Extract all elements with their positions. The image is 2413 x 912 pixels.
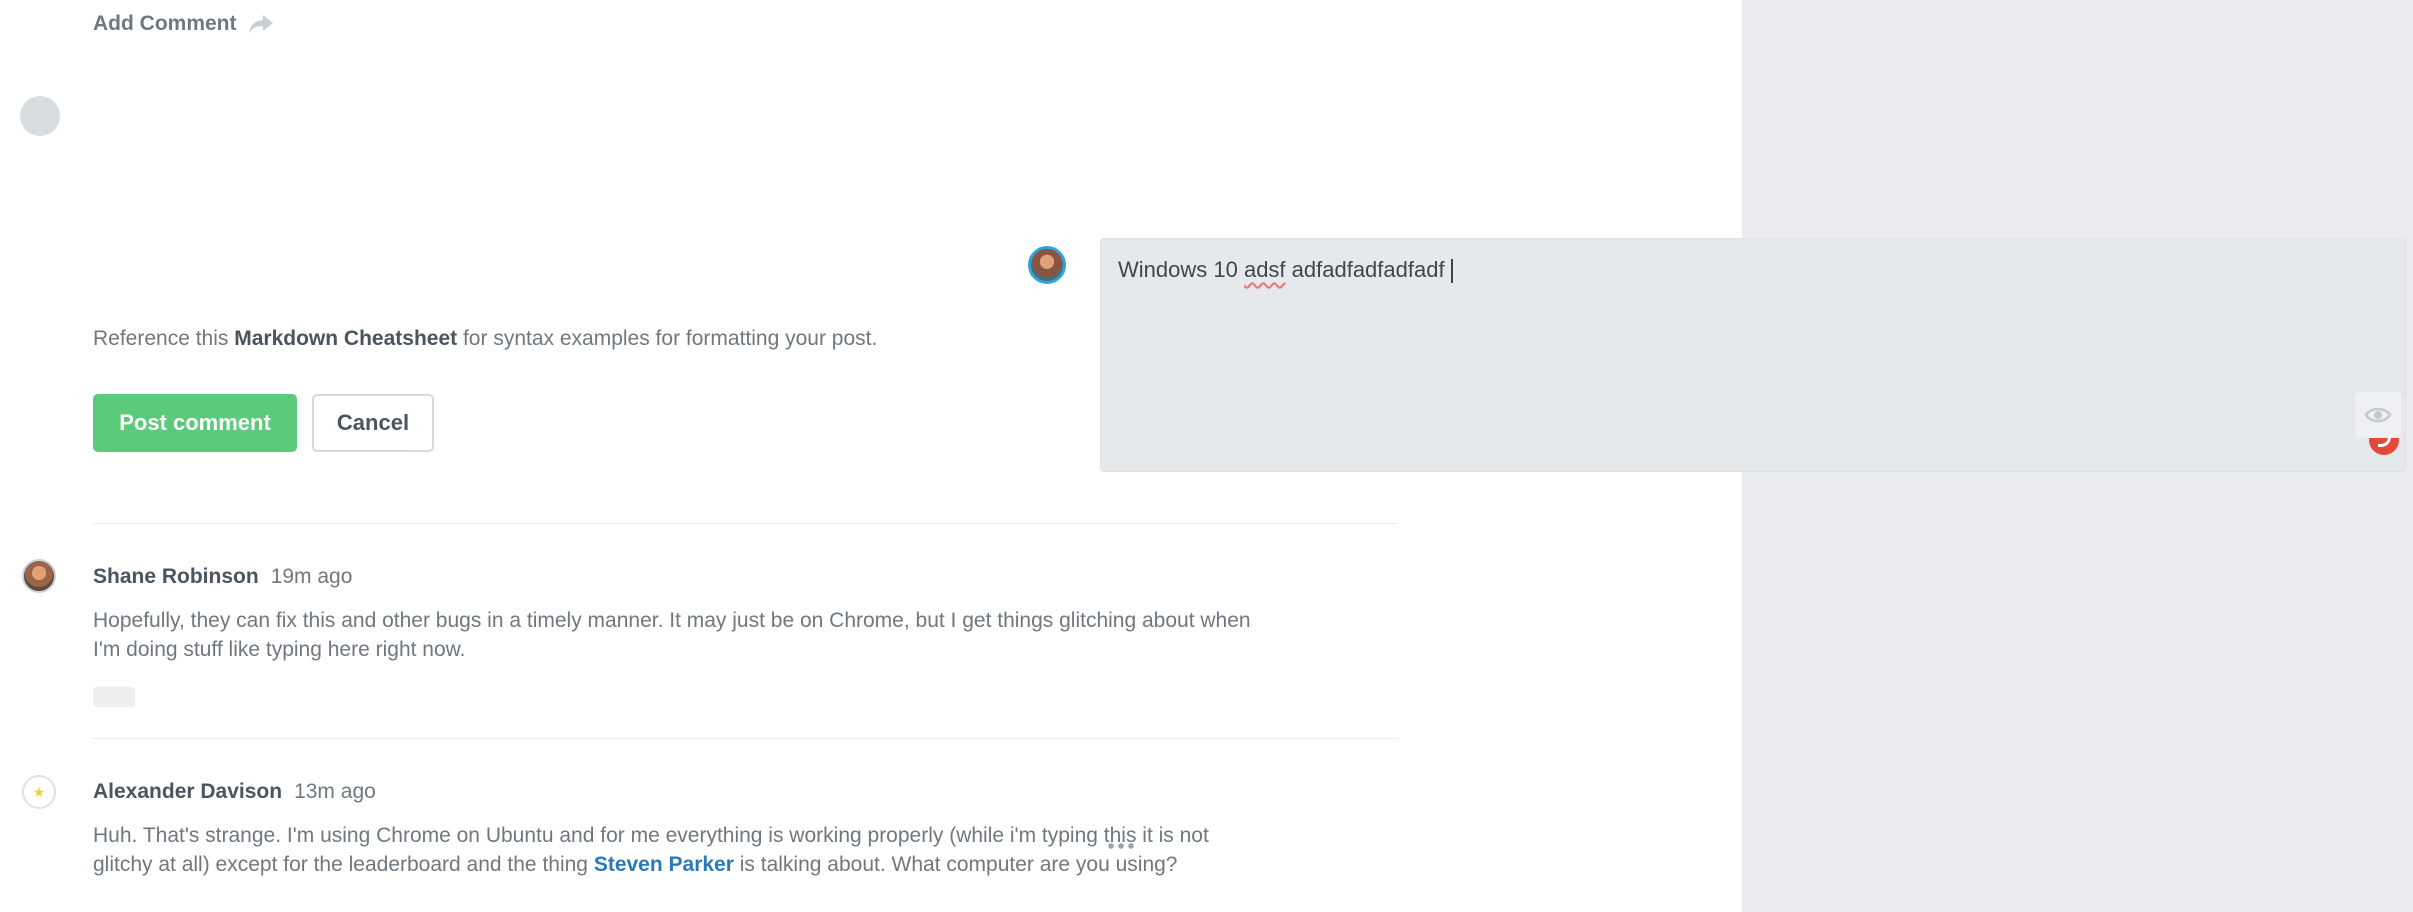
comment-text: is talking about. What computer are you … [733, 853, 1178, 876]
current-user-avatar [1028, 246, 1066, 284]
editor-text-start: Windows 10 [1118, 257, 1244, 282]
markdown-reference: Reference this Markdown Cheatsheet for s… [93, 327, 877, 351]
comment-editor[interactable]: Windows 10 adsf adfadfadfadfadf [1100, 238, 2406, 472]
comment-timestamp[interactable]: 13m ago [294, 780, 376, 804]
add-comment-header[interactable]: Add Comment [93, 12, 275, 36]
share-arrow-icon [248, 15, 273, 33]
placeholder-avatar [20, 96, 60, 136]
text-caret [1450, 259, 1453, 284]
reaction-button[interactable] [93, 687, 135, 707]
user-mention-link[interactable]: Steven Parker [594, 853, 734, 876]
comment-text: glitchy at all) except for the leaderboa… [93, 853, 594, 876]
avatar[interactable] [22, 559, 56, 593]
comment-line: glitchy at all) except for the leaderboa… [93, 850, 1323, 879]
comment-header: Alexander Davison 13m ago [93, 780, 376, 804]
editor-text-end: adfadfadfadfadf [1285, 257, 1445, 282]
markdown-cheatsheet-link[interactable]: Markdown Cheatsheet [234, 327, 457, 350]
add-comment-label: Add Comment [93, 12, 237, 35]
divider [93, 738, 1398, 739]
comment-line: I'm doing stuff like typing here right n… [93, 638, 466, 661]
preview-button[interactable] [2355, 392, 2401, 438]
comment-author[interactable]: Alexander Davison [93, 780, 282, 804]
comment-timestamp[interactable]: 19m ago [271, 565, 353, 589]
comment-header: Shane Robinson 19m ago [93, 565, 352, 589]
misspelled-word[interactable]: adsf [1244, 257, 1286, 282]
comment-line: Hopefully, they can fix this and other b… [93, 609, 1251, 632]
divider [93, 523, 1398, 524]
avatar[interactable]: ★ [22, 775, 56, 809]
comment-author[interactable]: Shane Robinson [93, 565, 259, 589]
eye-icon [2364, 407, 2392, 423]
post-comment-button[interactable]: Post comment [93, 394, 297, 452]
reference-suffix: for syntax examples for formatting your … [457, 327, 878, 350]
comment-body: Hopefully, they can fix this and other b… [93, 606, 1323, 664]
star-icon: ★ [32, 783, 46, 800]
comment-body: Huh. That's strange. I'm using Chrome on… [93, 821, 1323, 879]
reference-prefix: Reference this [93, 327, 235, 350]
comment-editor-text[interactable]: Windows 10 adsf adfadfadfadfadf [1118, 257, 1453, 284]
comment-line: Huh. That's strange. I'm using Chrome on… [93, 824, 1209, 847]
resize-handle-icon[interactable] [1106, 842, 1136, 850]
cancel-button[interactable]: Cancel [312, 394, 434, 452]
